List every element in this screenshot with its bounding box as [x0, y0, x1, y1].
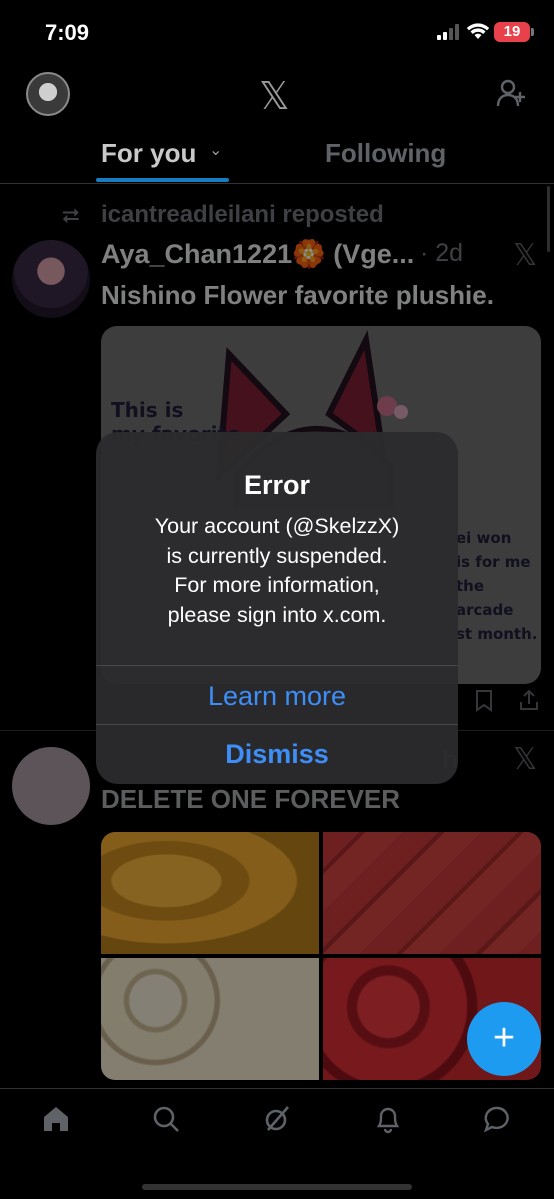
divider [96, 724, 458, 725]
chevron-down-icon[interactable]: ⌄ [209, 140, 222, 160]
home-indicator [142, 1184, 412, 1190]
divider [0, 183, 554, 184]
grok-icon[interactable] [262, 1104, 292, 1134]
profile-avatar[interactable] [26, 72, 70, 116]
alert-title: Error [243, 470, 311, 500]
messages-icon[interactable] [483, 1104, 513, 1134]
x-logo-icon: 𝕏 [259, 76, 290, 118]
battery-tip [531, 28, 534, 36]
learn-more-button[interactable]: Learn more [96, 681, 458, 712]
compose-button[interactable]: + [467, 1002, 541, 1076]
alert-message: Your account (@SkelzzX) is currently sus… [154, 514, 400, 627]
tab-for-you[interactable]: For you [101, 138, 196, 169]
tab-following[interactable]: Following [325, 138, 446, 169]
person-add-icon[interactable] [496, 78, 526, 108]
battery-indicator: 19 [494, 22, 530, 42]
home-icon[interactable] [41, 1104, 71, 1134]
notifications-icon[interactable] [373, 1104, 403, 1134]
search-icon[interactable] [151, 1104, 181, 1134]
error-alert-dialog: Error Your account (@SkelzzX) is current… [96, 432, 458, 784]
cellular-signal-icon [437, 24, 459, 40]
status-bar: 7:09 19 [0, 0, 554, 66]
dismiss-button[interactable]: Dismiss [96, 739, 458, 770]
active-tab-indicator [96, 178, 229, 182]
status-time: 7:09 [45, 20, 90, 45]
divider [96, 665, 458, 666]
wifi-icon [466, 23, 490, 39]
